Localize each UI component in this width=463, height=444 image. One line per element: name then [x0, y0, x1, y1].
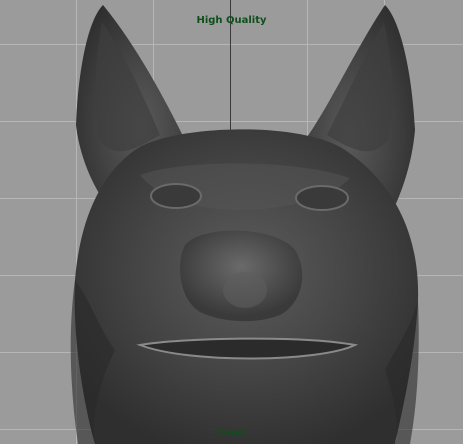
- camera-name-label: front: [217, 428, 246, 439]
- left-eye: [150, 183, 202, 209]
- wolf-head-mesh-icon[interactable]: [0, 0, 463, 444]
- shading-mode-label: High Quality: [196, 15, 267, 26]
- right-ear-inner: [327, 22, 393, 152]
- nose-tip: [223, 272, 267, 308]
- viewport-panel[interactable]: High Quality front: [0, 0, 463, 444]
- right-eye: [295, 185, 349, 211]
